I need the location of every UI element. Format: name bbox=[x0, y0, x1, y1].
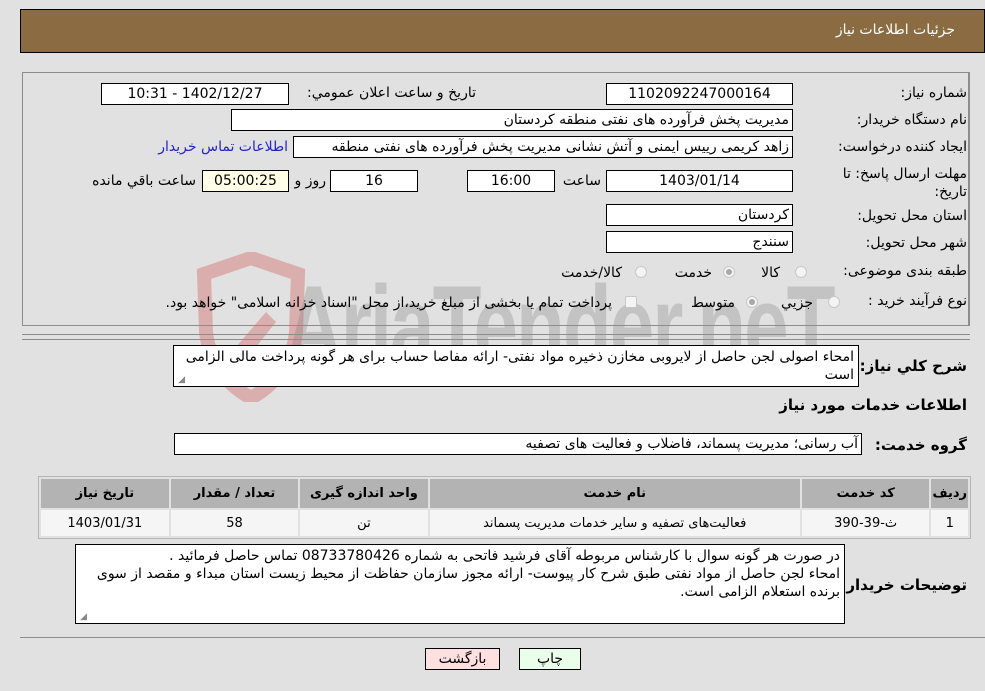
service-group-field: آب رسانی؛ مدیریت پسماند، فاضلاب و فعالیت… bbox=[174, 433, 862, 455]
announce-datetime-field: 1402/12/27 - 10:31 bbox=[101, 83, 289, 105]
cell-unit: تن bbox=[300, 510, 428, 536]
category-radio-service[interactable] bbox=[723, 266, 735, 278]
requester-label: ایجاد کننده درخواست: bbox=[838, 139, 967, 155]
time-remaining-field: 05:00:25 bbox=[202, 170, 289, 192]
cell-need-date: 1403/01/31 bbox=[41, 510, 169, 536]
services-section-title: اطلاعات خدمات مورد نیاز bbox=[779, 396, 967, 414]
province-field: کردستان bbox=[606, 204, 793, 226]
buyer-org-field: مدیریت پخش فرآورده های نفتی منطقه کردستا… bbox=[231, 109, 793, 131]
purchase-type-radio-minor[interactable] bbox=[828, 296, 840, 308]
need-number-field: 1102092247000164 bbox=[606, 83, 793, 105]
category-option-goods: کالا bbox=[761, 265, 780, 281]
col-header-service-code: کد خدمت bbox=[801, 479, 930, 508]
col-header-service-name: نام خدمت bbox=[429, 479, 800, 508]
service-group-label: گروه خدمت: bbox=[874, 436, 967, 454]
page-title: جزئیات اطلاعات نیاز bbox=[835, 22, 955, 38]
purchase-type-radio-medium[interactable] bbox=[746, 296, 758, 308]
resize-grip-icon[interactable]: ◢ bbox=[177, 376, 185, 385]
col-header-quantity: تعداد / مقدار bbox=[170, 479, 299, 508]
cell-quantity: 58 bbox=[170, 510, 299, 536]
need-number-label: شماره نیاز: bbox=[900, 85, 968, 101]
deadline-date-field: 1403/01/14 bbox=[606, 170, 793, 192]
table-row: 1 ث-39-390 فعالیت‌های تصفیه و سایر خدمات… bbox=[41, 510, 968, 536]
buyer-notes-line-2: امحاء لجن حاصل از مواد نفتی طبق شرح کار … bbox=[96, 566, 840, 600]
divider bbox=[22, 339, 970, 340]
announce-datetime-label: تاریخ و ساعت اعلان عمومي: bbox=[307, 85, 476, 101]
cell-service-code: ث-39-390 bbox=[801, 510, 930, 536]
services-table: ردیف کد خدمت نام خدمت واحد اندازه گیری ت… bbox=[38, 476, 971, 539]
category-option-service: خدمت bbox=[674, 265, 712, 281]
table-header-row: ردیف کد خدمت نام خدمت واحد اندازه گیری ت… bbox=[41, 479, 968, 508]
resize-grip-icon[interactable]: ◢ bbox=[79, 613, 87, 622]
divider bbox=[20, 637, 985, 638]
purchase-type-option-medium: متوسط bbox=[691, 295, 735, 311]
category-option-goods-service: کالا/خدمت bbox=[561, 265, 622, 281]
deadline-time-field: 16:00 bbox=[467, 170, 555, 192]
back-button[interactable]: بازگشت bbox=[425, 648, 500, 670]
time-remaining-label: ساعت باقي مانده bbox=[92, 173, 196, 189]
days-label: روز و bbox=[294, 173, 327, 189]
category-radio-goods[interactable] bbox=[795, 266, 807, 278]
deadline-label: مهلت ارسال پاسخ: تا تاریخ: bbox=[842, 166, 967, 200]
category-radio-goods-service[interactable] bbox=[635, 266, 647, 278]
deadline-time-label: ساعت bbox=[562, 173, 601, 189]
description-textarea[interactable]: امحاء اصولی لجن حاصل از لایروبی مخازن ذخ… bbox=[173, 345, 859, 387]
buyer-notes-line-1: در صورت هر گونه سوال با کارشناس مربوطه آ… bbox=[169, 548, 840, 564]
buyer-contact-link[interactable]: اطلاعات تماس خریدار bbox=[158, 139, 288, 155]
requester-field: زاهد کریمی رییس ایمنی و آتش نشانی مدیریت… bbox=[293, 136, 793, 158]
city-label: شهر محل تحویل: bbox=[865, 235, 967, 251]
cell-service-name: فعالیت‌های تصفیه و سایر خدمات مدیریت پسم… bbox=[429, 510, 800, 536]
col-header-row-number: ردیف bbox=[931, 479, 968, 508]
col-header-unit: واحد اندازه گیری bbox=[300, 479, 428, 508]
province-label: استان محل تحویل: bbox=[857, 208, 967, 224]
page-header: جزئیات اطلاعات نیاز bbox=[20, 9, 985, 53]
col-header-need-date: تاریخ نیاز bbox=[41, 479, 169, 508]
cell-row-number: 1 bbox=[931, 510, 968, 536]
buyer-notes-textarea[interactable]: در صورت هر گونه سوال با کارشناس مربوطه آ… bbox=[75, 544, 845, 624]
category-label: طبقه بندی موضوعی: bbox=[843, 263, 967, 279]
divider bbox=[22, 334, 970, 335]
buyer-notes-label: توضیحات خریدار: bbox=[840, 576, 967, 594]
description-text: امحاء اصولی لجن حاصل از لایروبی مخازن ذخ… bbox=[185, 349, 854, 383]
description-label: شرح کلي نیاز: bbox=[859, 357, 967, 375]
print-button[interactable]: چاپ bbox=[519, 648, 581, 670]
treasury-note: پرداخت تمام یا بخشی از مبلغ خرید،از محل … bbox=[165, 295, 612, 311]
days-remaining-field: 16 bbox=[330, 170, 418, 192]
buyer-org-label: نام دستگاه خریدار: bbox=[856, 112, 967, 128]
purchase-type-label: نوع فرآیند خرید : bbox=[868, 293, 967, 309]
treasury-checkbox[interactable] bbox=[625, 296, 637, 308]
city-field: سنندج bbox=[606, 231, 793, 253]
purchase-type-option-minor: جزیي bbox=[781, 295, 813, 311]
